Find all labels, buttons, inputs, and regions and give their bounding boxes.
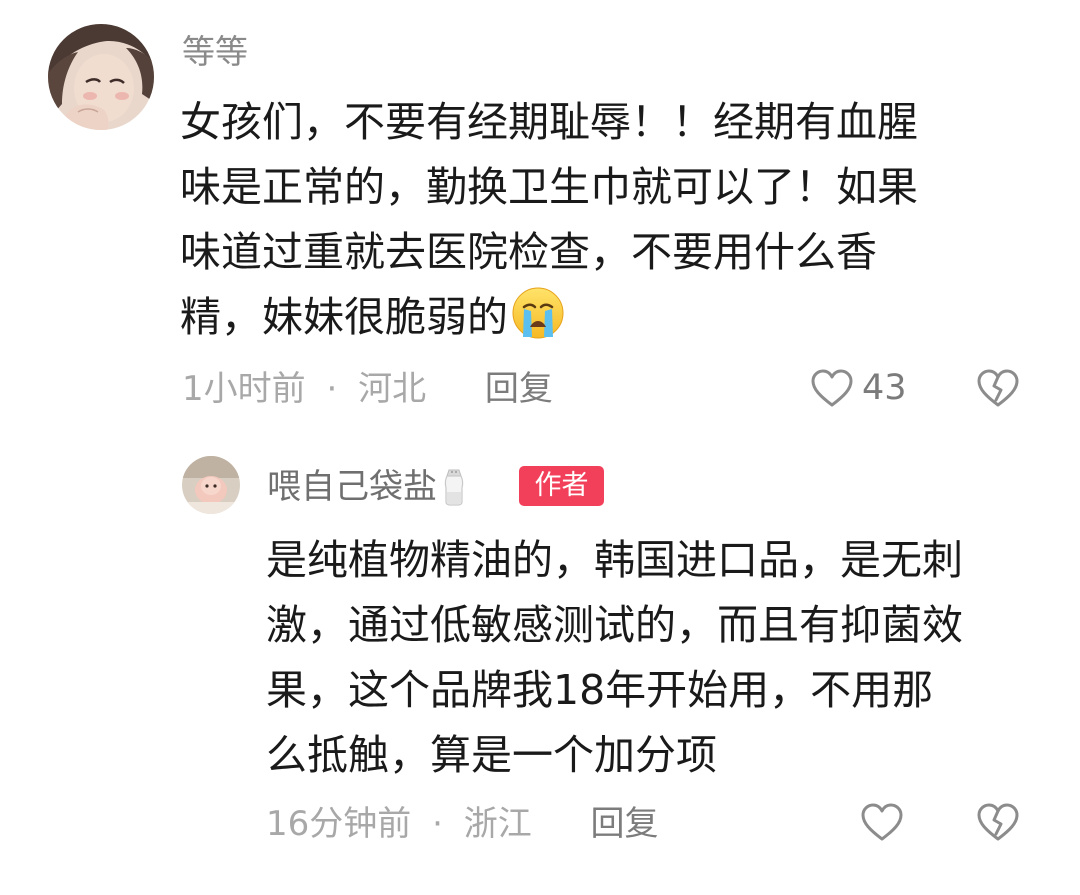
- comment-text: 是纯植物精油的，韩国进口品，是无刺 激，通过低敏感测试的，而且有抑菌效 果，这个…: [266, 528, 1046, 788]
- reply-button[interactable]: 回复: [591, 804, 659, 844]
- comment-text-fragment: 精，妹妹很脆弱的: [180, 293, 508, 341]
- comment-location: 河北: [358, 369, 427, 409]
- comment-text-line: 女孩们，不要有经期耻辱！！经期有血腥: [180, 98, 918, 146]
- comment-time: 1小时前: [182, 369, 306, 409]
- heart-outline-icon: [861, 803, 903, 841]
- broken-heart-icon: [977, 803, 1019, 841]
- meta-separator: ·: [432, 804, 443, 844]
- salt-shaker-icon: [444, 469, 464, 506]
- comment-text-line: 果，这个品牌我18年开始用，不用那: [266, 666, 934, 714]
- avatar-illustration: [48, 24, 154, 130]
- comment-meta: 1小时前 · 河北 回复: [182, 369, 553, 409]
- avatar-photo: [182, 456, 240, 514]
- meta-separator: ·: [326, 369, 338, 409]
- comment-meta: 16分钟前 · 浙江 回复: [266, 804, 659, 844]
- comment-text-line: 味道过重就去医院检查，不要用什么香: [180, 228, 877, 276]
- dislike-button[interactable]: [976, 802, 1020, 846]
- comment-text-line: 精，妹妹很脆弱的: [180, 285, 1020, 350]
- crying-face-icon: [512, 287, 564, 339]
- like-button[interactable]: [860, 802, 904, 842]
- comment-text-line: 激，通过低敏感测试的，而且有抑菌效: [266, 601, 963, 649]
- comment-text-line: 是纯植物精油的，韩国进口品，是无刺: [266, 536, 963, 584]
- like-count: 43: [862, 368, 907, 408]
- dislike-button[interactable]: [976, 368, 1020, 412]
- broken-heart-icon: [977, 369, 1019, 407]
- comment-text-line: 么抵触，算是一个加分项: [266, 731, 717, 779]
- username-text: 喂自己袋盐: [267, 467, 437, 507]
- comment-time: 16分钟前: [266, 804, 412, 844]
- comment-text: 女孩们，不要有经期耻辱！！经期有血腥 味是正常的，勤换卫生巾就可以了！如果 味道…: [180, 90, 1020, 350]
- reply-button[interactable]: 回复: [485, 369, 553, 409]
- comment-username[interactable]: 等等: [182, 32, 248, 72]
- avatar[interactable]: [182, 456, 240, 514]
- heart-outline-icon: [811, 369, 853, 407]
- comment-text-line: 味是正常的，勤换卫生巾就可以了！如果: [180, 163, 918, 211]
- author-badge: 作者: [519, 466, 604, 506]
- comment-username[interactable]: 喂自己袋盐: [267, 466, 467, 507]
- like-button[interactable]: 43: [810, 368, 907, 408]
- comment-location: 浙江: [463, 804, 532, 844]
- avatar[interactable]: [48, 24, 154, 130]
